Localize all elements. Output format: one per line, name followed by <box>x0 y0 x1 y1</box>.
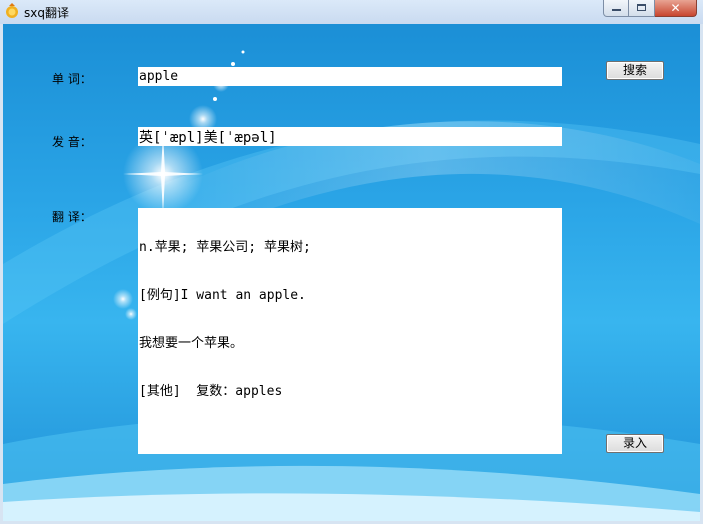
phonetic-input[interactable] <box>138 127 562 146</box>
close-icon: ✕ <box>670 1 681 15</box>
close-button[interactable]: ✕ <box>655 0 697 17</box>
maximize-button[interactable] <box>629 0 655 17</box>
translation-line: [其他] 复数：apples <box>139 384 283 399</box>
caption-buttons: ✕ <box>603 0 697 18</box>
translation-textarea[interactable]: n.苹果; 苹果公司; 苹果树; [例句]I want an apple. 我想… <box>138 208 562 454</box>
minimize-button[interactable] <box>603 0 629 17</box>
maximize-icon <box>637 4 646 11</box>
record-button[interactable]: 录入 <box>606 434 664 453</box>
client-area: 单 词： 发 音： 翻 译： n.苹果; 苹果公司; 苹果树; [例句]I wa… <box>3 24 700 521</box>
word-label: 单 词： <box>52 72 92 86</box>
search-button[interactable]: 搜索 <box>606 61 664 80</box>
translation-line: n.苹果; 苹果公司; 苹果树; <box>139 240 311 255</box>
phonetic-label: 发 音： <box>52 135 92 149</box>
translation-line: 我想要一个苹果。 <box>139 336 244 351</box>
window-title: sxq翻译 <box>24 6 69 20</box>
translation-line: [例句]I want an apple. <box>139 288 306 303</box>
app-window: sxq翻译 ✕ 单 词： apple 发 音： 英[ˈæpl]美[ˈæpəl] … <box>0 0 703 524</box>
minimize-icon <box>612 9 621 11</box>
word-input[interactable] <box>138 67 562 86</box>
title-bar[interactable]: sxq翻译 ✕ <box>0 0 703 24</box>
app-logo-icon <box>6 3 18 18</box>
translation-label: 翻 译： <box>52 210 92 224</box>
